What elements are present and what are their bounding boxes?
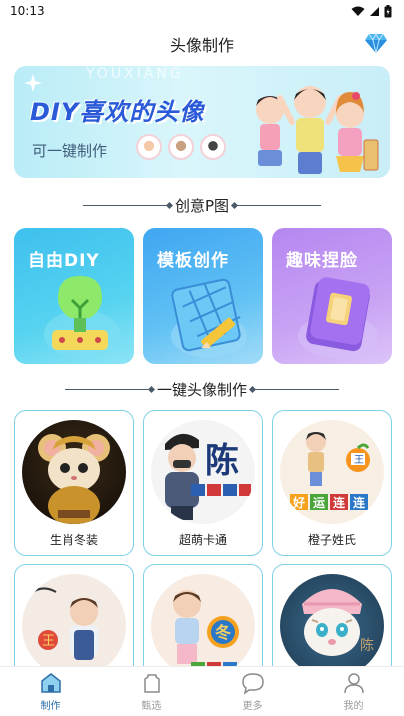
banner-avatar-row [136, 134, 226, 160]
tab-mine[interactable]: 我的 [303, 667, 404, 716]
title-bar: 头像制作 [0, 24, 404, 64]
promo-banner[interactable]: YOUXIANG DIY喜欢的头像 可一键制作 [14, 66, 390, 178]
banner-watermark: YOUXIANG [86, 66, 184, 82]
banner-title: DIY喜欢的头像 [30, 98, 205, 126]
bottom-tab-bar: 制作 甄选 更多 我的 [0, 666, 404, 716]
card-template[interactable]: 模板创作 [143, 228, 263, 364]
tab-select[interactable]: 甄选 [101, 667, 202, 716]
avatar-image-boy: 王 [22, 574, 126, 678]
avatar-card[interactable]: 生肖冬装 [14, 410, 134, 556]
creative-cards: 自由DIY 模板创作 趣味捏脸 [14, 228, 392, 364]
tab-label: 甄选 [141, 701, 162, 712]
avatar-label: 超萌卡通 [178, 533, 227, 547]
card-label: 自由DIY [28, 251, 100, 271]
divider-line [82, 204, 169, 206]
wang-text: 王 [42, 634, 55, 649]
avatar-label: 生肖冬装 [49, 533, 98, 547]
banner-avatar [200, 134, 226, 160]
avatar-image-tiger: 陈 [280, 574, 384, 678]
section-header-oneclick: 一键头像制作 [0, 378, 404, 400]
avatar-card[interactable]: 陈 超萌卡通 [143, 410, 263, 556]
page-title: 头像制作 [169, 36, 234, 55]
avatar-label: 橙子姓氏 [307, 533, 356, 547]
orange-tile-char: 王 [354, 455, 364, 466]
banner-avatar [136, 134, 162, 160]
status-icons [351, 4, 392, 18]
face-card-icon [298, 277, 378, 358]
lightbulb-icon [44, 276, 120, 358]
banner-avatar [168, 134, 194, 160]
cartoon-boy: 陈 [165, 433, 251, 520]
card-free-diy[interactable]: 自由DIY [14, 228, 134, 364]
template-pencil-icon [171, 278, 247, 358]
battery-icon [384, 4, 392, 17]
divider-line [235, 204, 322, 206]
tab-label: 制作 [40, 701, 61, 712]
avatar-image-zodiac [22, 420, 126, 524]
sparkle-icon [24, 74, 42, 92]
tab-label: 更多 [242, 701, 263, 712]
chat-bubble-icon [241, 673, 264, 695]
section-header-creative: 创意P图 [0, 194, 404, 216]
dong-text: 冬 [215, 623, 231, 642]
tab-make[interactable]: 制作 [0, 667, 101, 716]
tile-char: 连 [333, 495, 346, 510]
avatar-image-cartoon: 陈 [151, 420, 255, 524]
boy-figure: 王 [29, 587, 98, 660]
diamond-icon[interactable] [364, 32, 388, 54]
avatar-card[interactable]: 王 好 运 连 连 橙子姓氏 [272, 410, 392, 556]
chen-text: 陈 [205, 441, 239, 481]
avatar-image-orange: 王 好 运 连 连 [280, 420, 384, 524]
divider-line [64, 388, 151, 390]
signal-icon [370, 6, 379, 16]
home-icon [40, 673, 61, 693]
divider-line [253, 388, 339, 390]
avatar-image-girl: 冬 [151, 574, 255, 678]
tab-label: 我的 [343, 701, 364, 712]
section-title-creative: 创意P图 [174, 196, 230, 215]
chen-text: 陈 [360, 637, 374, 654]
tile-char: 好 [292, 495, 305, 510]
user-icon [343, 673, 364, 694]
card-face-fun[interactable]: 趣味捏脸 [272, 228, 392, 364]
orange-girl: 王 好 运 连 连 [290, 432, 370, 510]
girl-figure: 冬 [173, 590, 239, 672]
status-time: 10:13 [10, 4, 45, 18]
kids-illustration [256, 86, 379, 174]
section-title-oneclick: 一键头像制作 [156, 380, 247, 399]
card-label: 模板创作 [157, 251, 229, 271]
tab-more[interactable]: 更多 [202, 667, 303, 716]
avatar-grid: 生肖冬装 陈 超萌卡通 王 好 运 连 连 橙子姓氏 王 冬 陈 [14, 410, 392, 710]
tiger-figure: 陈 [302, 589, 374, 656]
wifi-icon [351, 6, 365, 16]
tile-char: 连 [353, 495, 366, 510]
mouse-figure [38, 434, 110, 524]
tile-char: 运 [313, 496, 325, 510]
card-label: 趣味捏脸 [286, 251, 358, 271]
banner-subtitle: 可一键制作 [32, 142, 108, 160]
bag-icon [143, 674, 160, 693]
status-bar: 10:13 [0, 0, 404, 22]
